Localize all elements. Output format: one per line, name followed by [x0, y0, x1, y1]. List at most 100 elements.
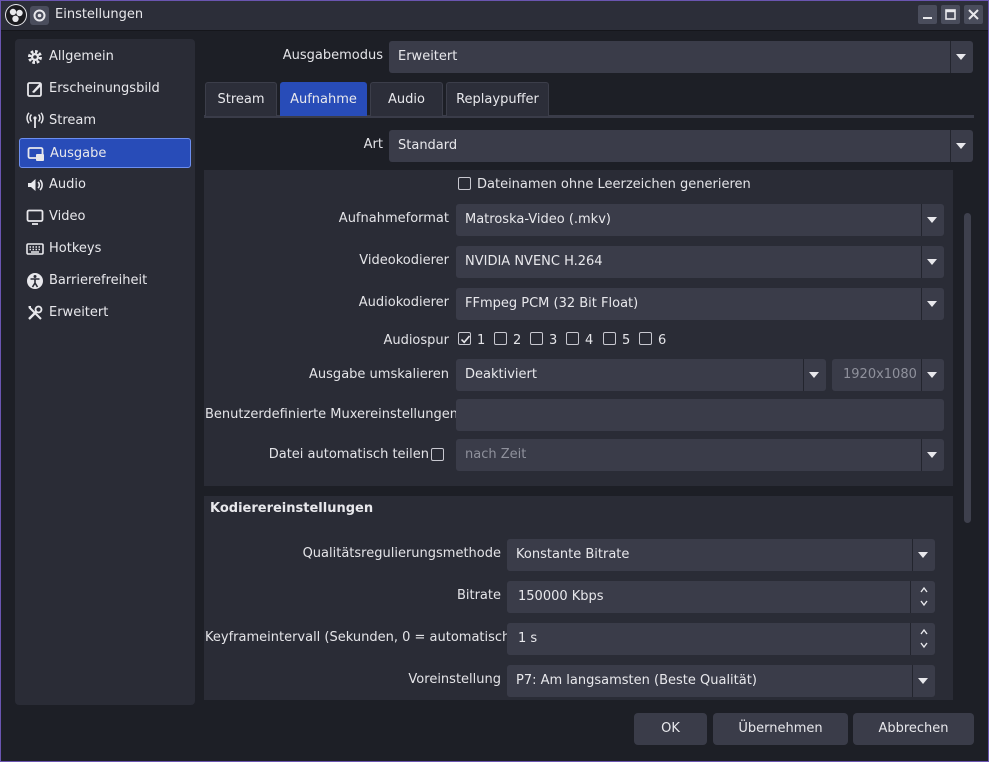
- audio-track-number: 3: [549, 333, 558, 348]
- bitrate-spinbox[interactable]: 150000 Kbps: [507, 581, 935, 613]
- tab-aufnahme[interactable]: Aufnahme: [280, 82, 367, 116]
- gear-icon: [28, 50, 42, 64]
- rescale-select[interactable]: Deaktiviert: [456, 359, 826, 391]
- recording-format-select[interactable]: Matroska-Video (.mkv): [456, 204, 944, 236]
- preset-select[interactable]: P7: Am langsamsten (Beste Qualität): [507, 665, 935, 697]
- chevron-down-icon: [918, 678, 928, 684]
- sidebar-item-label: Video: [49, 209, 86, 224]
- chevron-down-icon: [927, 259, 937, 265]
- sidebar-item-erscheinungsbild[interactable]: Erscheinungsbild: [19, 74, 191, 104]
- preset-label: Voreinstellung: [408, 672, 501, 687]
- recording-type-select[interactable]: Standard: [389, 130, 973, 162]
- tab-label: Stream: [217, 92, 265, 107]
- bitrate-label: Bitrate: [456, 588, 501, 603]
- minimize-button[interactable]: [918, 5, 937, 24]
- obs-logo-icon: [5, 4, 27, 26]
- rescale-resolution-select[interactable]: 1920x1080: [832, 359, 944, 391]
- audio-track-1-checkbox[interactable]: [458, 332, 471, 345]
- chevron-down-icon: [918, 552, 928, 558]
- sidebar-item-hotkeys[interactable]: Hotkeys: [19, 234, 191, 264]
- auto-split-select[interactable]: nach Zeit: [456, 439, 944, 471]
- keyboard-icon: [26, 243, 44, 255]
- tab-audio[interactable]: Audio: [370, 82, 443, 116]
- output-mode-select[interactable]: Erweitert: [389, 41, 973, 73]
- sidebar-item-allgemein[interactable]: Allgemein: [19, 42, 191, 72]
- chevron-down-icon[interactable]: [920, 641, 928, 649]
- chevron-down-icon: [927, 217, 937, 223]
- chevron-down-icon: [956, 143, 966, 149]
- no-spaces-checkbox[interactable]: [458, 177, 471, 190]
- accessibility-icon: [27, 273, 43, 289]
- apply-button[interactable]: Übernehmen: [713, 713, 848, 745]
- tab-label: Aufnahme: [290, 92, 357, 107]
- audio-track-number: 6: [658, 333, 667, 348]
- audio-encoder-value: FFmpeg PCM (32 Bit Float): [465, 296, 639, 311]
- apply-button-label: Übernehmen: [738, 721, 823, 736]
- sidebar-item-label: Ausgabe: [50, 146, 107, 161]
- mux-settings-input[interactable]: [456, 399, 944, 431]
- audio-track-number: 2: [513, 333, 522, 348]
- chevron-up-icon[interactable]: [920, 586, 928, 594]
- window-title: Einstellungen: [55, 7, 144, 22]
- sidebar-item-barrierefreiheit[interactable]: Barrierefreiheit: [19, 266, 191, 296]
- ok-button[interactable]: OK: [634, 713, 707, 745]
- recording-format-label: Aufnahmeformat: [338, 211, 449, 226]
- sidebar-item-stream[interactable]: Stream: [19, 106, 191, 136]
- antenna-icon: [26, 112, 44, 128]
- tools-icon: [28, 305, 43, 320]
- audio-track-4-checkbox[interactable]: [566, 332, 579, 345]
- maximize-button[interactable]: [941, 5, 960, 24]
- audio-encoder-label: Audiokodierer: [358, 295, 449, 310]
- sidebar-item-video[interactable]: Video: [19, 202, 191, 232]
- rate-control-select[interactable]: Konstante Bitrate: [507, 539, 935, 571]
- speaker-icon: [28, 179, 43, 191]
- sidebar-item-label: Hotkeys: [49, 241, 102, 256]
- rate-control-label: Qualitätsregulierungsmethode: [302, 546, 501, 561]
- monitor-icon: [26, 209, 44, 225]
- appearance-icon: [27, 82, 42, 97]
- audio-track-number: 5: [622, 333, 631, 348]
- pin-icon[interactable]: [30, 6, 49, 25]
- sidebar-item-label: Stream: [49, 113, 97, 128]
- chevron-down-icon: [927, 452, 937, 458]
- recording-type-value: Standard: [398, 138, 458, 153]
- no-spaces-label: Dateinamen ohne Leerzeichen generieren: [477, 177, 751, 192]
- audio-track-3-checkbox[interactable]: [530, 332, 543, 345]
- tab-stream[interactable]: Stream: [205, 82, 277, 116]
- chevron-down-icon[interactable]: [920, 599, 928, 607]
- auto-split-checkbox[interactable]: [431, 448, 444, 461]
- audio-track-number: 1: [477, 333, 486, 348]
- cancel-button-label: Abbrechen: [878, 721, 949, 736]
- sidebar-item-label: Erweitert: [49, 305, 109, 320]
- chevron-up-icon[interactable]: [920, 628, 928, 636]
- sidebar-item-label: Erscheinungsbild: [49, 81, 160, 96]
- rescale-value: Deaktiviert: [465, 367, 537, 382]
- checkmark-icon: [460, 335, 471, 344]
- audio-track-2-checkbox[interactable]: [494, 332, 507, 345]
- sidebar-item-ausgabe[interactable]: Ausgabe: [19, 138, 191, 168]
- scrollbar-thumb[interactable]: [964, 213, 971, 523]
- close-button[interactable]: [964, 5, 983, 24]
- auto-split-value: nach Zeit: [465, 447, 527, 462]
- tab-label: Replaypuffer: [456, 92, 539, 107]
- audio-track-6-checkbox[interactable]: [639, 332, 652, 345]
- audio-track-5-checkbox[interactable]: [603, 332, 616, 345]
- chevron-down-icon: [956, 54, 966, 60]
- output-mode-label: Ausgabemodus: [282, 48, 383, 63]
- cancel-button[interactable]: Abbrechen: [853, 713, 974, 745]
- title-bar: Einstellungen: [0, 0, 989, 31]
- rescale-label: Ausgabe umskalieren: [309, 367, 449, 382]
- chevron-down-icon: [927, 372, 937, 378]
- recording-type-label: Art: [363, 137, 383, 152]
- mux-settings-label: Benutzerdefinierte Muxereinstellungen: [205, 407, 459, 422]
- preset-value: P7: Am langsamsten (Beste Qualität): [516, 673, 757, 688]
- video-encoder-label: Videokodierer: [359, 253, 449, 268]
- sidebar-item-erweitert[interactable]: Erweitert: [19, 298, 191, 328]
- video-encoder-select[interactable]: NVIDIA NVENC H.264: [456, 246, 944, 278]
- audio-encoder-select[interactable]: FFmpeg PCM (32 Bit Float): [456, 288, 944, 320]
- tab-replaypuffer[interactable]: Replaypuffer: [446, 82, 549, 116]
- keyframe-interval-spinbox[interactable]: 1 s: [507, 623, 935, 655]
- bitrate-value: 150000 Kbps: [518, 589, 604, 604]
- video-encoder-value: NVIDIA NVENC H.264: [465, 254, 603, 269]
- sidebar-item-audio[interactable]: Audio: [19, 170, 191, 200]
